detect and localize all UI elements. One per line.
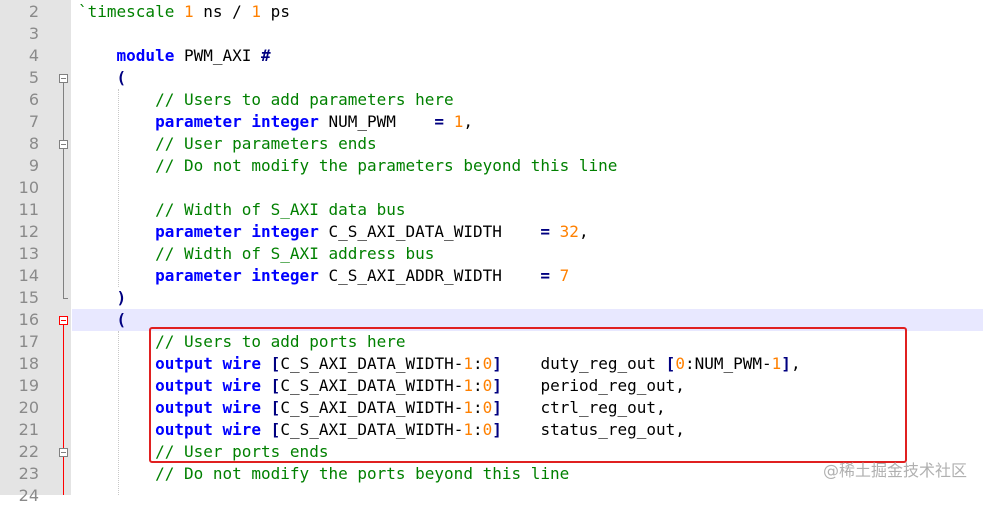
code-line[interactable]: module PWM_AXI # — [78, 45, 271, 67]
code-token: NUM_PWM — [318, 112, 435, 131]
code-line[interactable]: // Width of S_AXI address bus — [78, 243, 434, 265]
line-number: 14 — [18, 266, 39, 285]
line-number: 21 — [18, 420, 39, 439]
code-token: 1 — [251, 2, 262, 21]
code-token: // User parameters ends — [78, 134, 377, 153]
indent-guide — [118, 331, 119, 495]
code-token: parameter integer — [155, 112, 319, 131]
fold-toggle-icon[interactable] — [59, 74, 68, 83]
line-number: 17 — [18, 332, 39, 351]
code-token: // Do not modify the ports beyond this l… — [78, 464, 570, 483]
fold-line — [63, 83, 64, 298]
code-token: , — [463, 112, 473, 131]
code-token: // Width of S_AXI data bus — [78, 200, 406, 219]
code-line[interactable]: ( — [78, 67, 127, 89]
line-number: 18 — [18, 354, 39, 373]
code-line[interactable]: parameter integer C_S_AXI_DATA_WIDTH = 3… — [78, 221, 589, 243]
line-number: 9 — [28, 156, 39, 175]
code-token: ( — [116, 68, 127, 87]
code-line[interactable]: ) — [78, 287, 127, 309]
code-token: 1 — [183, 2, 194, 21]
code-line[interactable]: `timescale 1 ns / 1 ps — [78, 1, 290, 23]
code-line[interactable]: // User parameters ends — [78, 133, 377, 155]
code-token: 7 — [559, 266, 570, 285]
code-token: parameter integer — [155, 266, 319, 285]
line-number: 10 — [18, 178, 39, 197]
code-token: PWM_AXI — [174, 46, 262, 65]
line-number: 24 — [18, 486, 39, 505]
code-token: ns / — [193, 2, 252, 21]
fold-end-marker — [63, 298, 68, 299]
line-number: 4 — [28, 46, 39, 65]
line-number: 5 — [28, 68, 39, 87]
line-number: 19 — [18, 376, 39, 395]
fold-toggle-icon[interactable] — [59, 316, 68, 325]
code-token: module — [116, 46, 175, 65]
code-token: C_S_AXI_ADDR_WIDTH — [318, 266, 541, 285]
code-token: ps — [261, 2, 290, 21]
fold-toggle-icon[interactable] — [59, 140, 68, 149]
code-token: // Do not modify the parameters beyond t… — [78, 156, 618, 175]
watermark: @稀土掘金技术社区 — [822, 461, 967, 480]
code-token: = — [434, 112, 445, 131]
line-number: 16 — [18, 310, 39, 329]
line-number: 12 — [18, 222, 39, 241]
code-line[interactable]: // Users to add parameters here — [78, 89, 454, 111]
line-number: 15 — [18, 288, 39, 307]
code-token: = — [540, 222, 551, 241]
code-token: # — [261, 46, 271, 65]
code-line[interactable]: // Width of S_AXI data bus — [78, 199, 406, 221]
code-line[interactable]: parameter integer NUM_PWM = 1, — [78, 111, 473, 133]
code-token: , — [578, 222, 589, 241]
line-number: 13 — [18, 244, 39, 263]
code-line[interactable]: // Do not modify the parameters beyond t… — [78, 155, 617, 177]
code-line[interactable]: // Do not modify the ports beyond this l… — [78, 463, 569, 485]
code-token: = — [540, 266, 551, 285]
code-token: C_S_AXI_DATA_WIDTH — [318, 222, 541, 241]
fold-toggle-icon[interactable] — [59, 448, 68, 457]
line-number: 7 — [28, 112, 39, 131]
indent-guide — [118, 89, 119, 287]
line-number: 20 — [18, 398, 39, 417]
code-token: // Users to add parameters here — [78, 90, 454, 109]
code-token: // Width of S_AXI address bus — [78, 244, 435, 263]
code-token: 1 — [453, 112, 464, 131]
code-line[interactable]: parameter integer C_S_AXI_ADDR_WIDTH = 7 — [78, 265, 569, 287]
line-number: 2 — [28, 2, 39, 21]
code-token: ( — [116, 310, 127, 329]
fold-line — [63, 325, 64, 495]
annotation-highlight-box — [149, 327, 907, 463]
line-number: 6 — [28, 90, 39, 109]
line-number: 8 — [28, 134, 39, 153]
code-token: ) — [116, 288, 127, 307]
line-number: 11 — [18, 200, 39, 219]
code-token: `timescale — [78, 2, 184, 21]
line-number: 22 — [18, 442, 39, 461]
code-line[interactable]: ( — [78, 309, 127, 331]
code-token: 32 — [559, 222, 579, 241]
gutter-border — [71, 0, 72, 495]
code-token: parameter integer — [155, 222, 319, 241]
line-number: 3 — [28, 24, 39, 43]
line-number: 23 — [18, 464, 39, 483]
